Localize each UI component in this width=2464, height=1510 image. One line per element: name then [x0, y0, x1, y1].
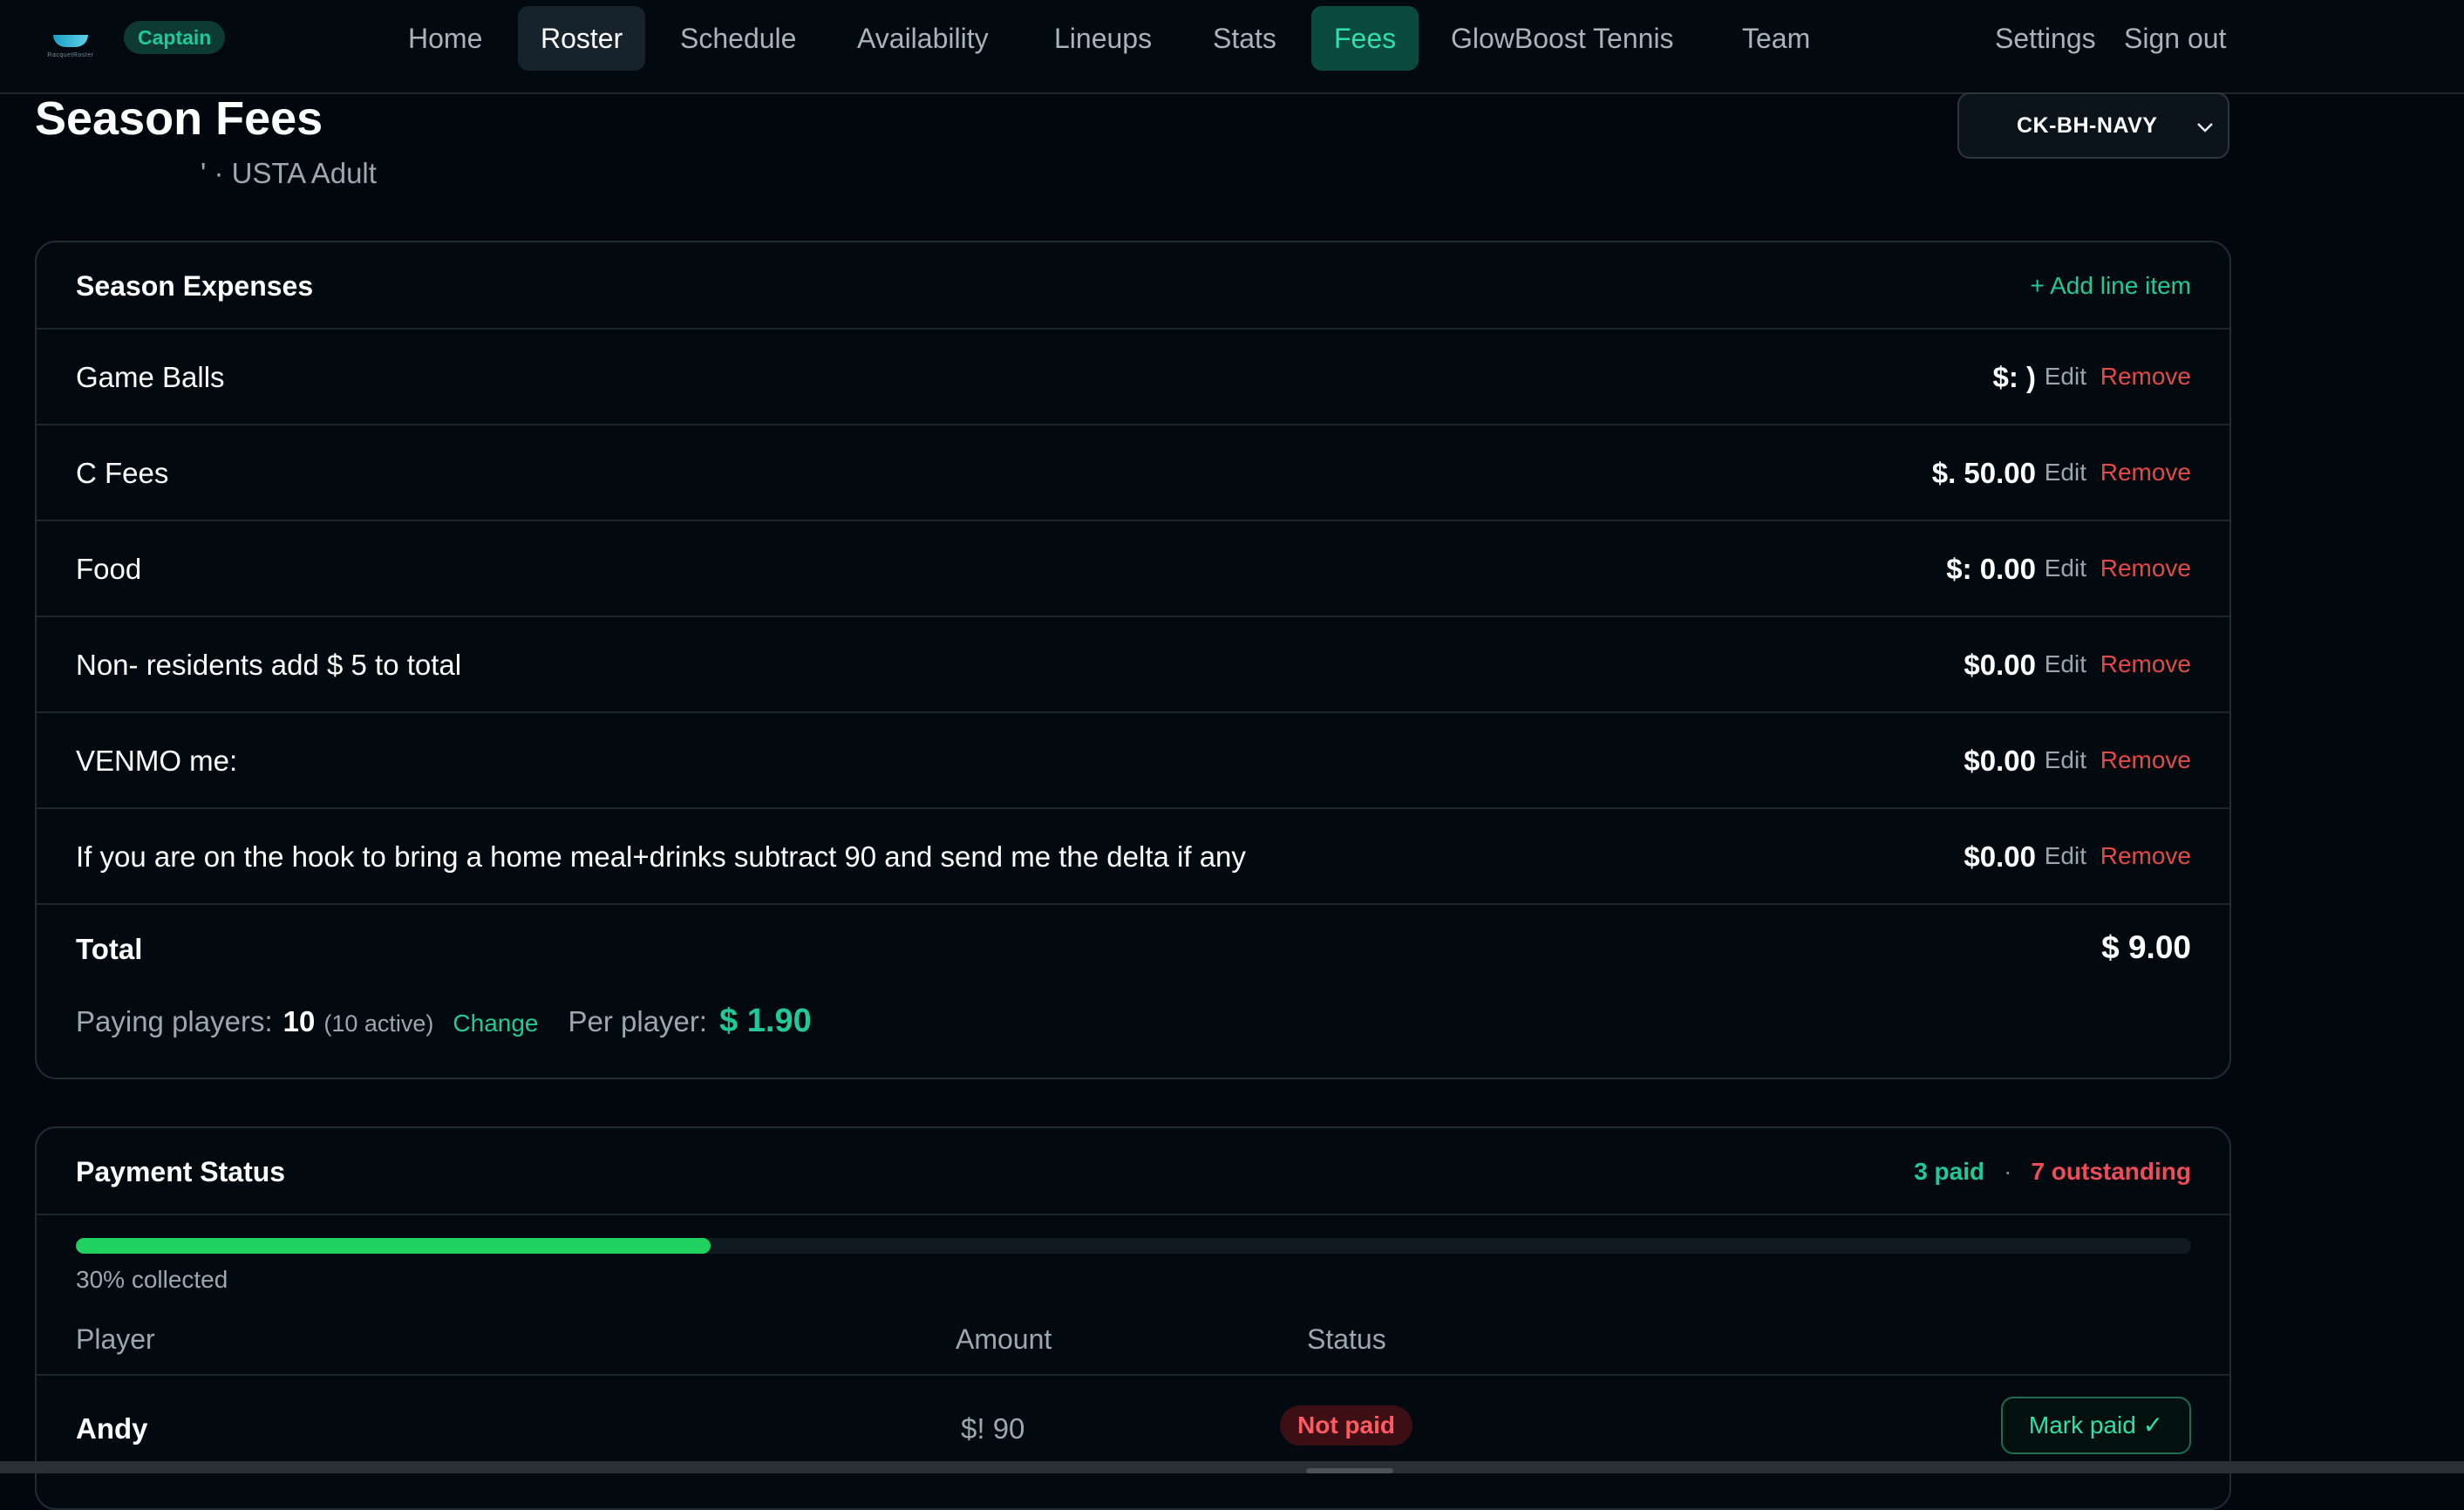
- nav-glowboost-tennis[interactable]: GlowBoost Tennis: [1428, 6, 1697, 71]
- edit-link[interactable]: Edit: [2045, 363, 2086, 391]
- active-players-count: (10 active): [323, 1010, 434, 1037]
- summary-separator: ·: [2004, 1158, 2012, 1185]
- expense-amount: $0.00: [1964, 649, 2036, 681]
- role-badge: Captain: [124, 21, 226, 54]
- logo-wordmark: RacquetRoster: [47, 51, 94, 58]
- app-logo[interactable]: RacquetRoster: [37, 16, 105, 77]
- payment-status-card: Payment Status 3 paid · 7 outstanding 30% …: [35, 1126, 2231, 1510]
- paying-players-count: 10: [282, 1005, 316, 1037]
- per-player-amount: $ 1.90: [719, 1003, 812, 1039]
- season-expenses-card: Season Expenses + Add line item Game Bal…: [35, 241, 2231, 1079]
- per-player-label: Per player:: [568, 1005, 708, 1037]
- nav-availability[interactable]: Availability: [834, 6, 1011, 71]
- top-nav-bar: RacquetRoster Captain Home Roster Schedu…: [0, 0, 2464, 94]
- column-header-status[interactable]: Status: [1307, 1323, 1386, 1356]
- player-amount: $! 90: [961, 1412, 1025, 1445]
- expense-amount: $: ): [1992, 361, 2037, 393]
- edit-link[interactable]: Edit: [2045, 554, 2086, 582]
- nav-fees[interactable]: Fees: [1311, 6, 1419, 71]
- collection-progress-text: 30% collected: [76, 1266, 228, 1293]
- nav-schedule[interactable]: Schedule: [657, 6, 819, 71]
- team-selector-value: CK-BH-NAVY: [2017, 113, 2158, 138]
- player-name: Andy: [76, 1412, 148, 1445]
- remove-link[interactable]: Remove: [2100, 459, 2191, 486]
- expense-amount: $0.00: [1964, 840, 2036, 873]
- mark-paid-button[interactable]: Mark paid ✓: [2001, 1397, 2191, 1454]
- scroll-handle[interactable]: [1306, 1468, 1393, 1473]
- total-label: Total: [76, 933, 143, 965]
- team-selector[interactable]: CK-BH-NAVY: [1957, 92, 2229, 159]
- expense-label: Non- residents add $ 5 to total: [76, 649, 462, 681]
- expense-row: VENMO me: $0.00 Edit Remove: [37, 713, 2229, 809]
- nav-team[interactable]: Team: [1719, 6, 1833, 71]
- expense-amount: $0.00: [1964, 745, 2036, 777]
- expense-label: C Fees: [76, 457, 169, 489]
- remove-link[interactable]: Remove: [2100, 746, 2191, 774]
- nav-roster[interactable]: Roster: [518, 6, 646, 71]
- nav-home[interactable]: Home: [385, 6, 505, 71]
- season-expenses-title: Season Expenses: [76, 270, 314, 302]
- expense-row: If you are on the hook to bring a home m…: [37, 809, 2229, 905]
- expense-label: If you are on the hook to bring a home m…: [76, 840, 1246, 873]
- expense-row: Food $: 0.00 Edit Remove: [37, 521, 2229, 617]
- table-divider: [37, 1374, 2229, 1376]
- expense-label: VENMO me:: [76, 745, 238, 777]
- nav-sign-out[interactable]: Sign out: [2101, 6, 2249, 71]
- payment-status-header: Payment Status 3 paid · 7 outstanding: [37, 1128, 2229, 1215]
- page-title: Season Fees: [35, 92, 323, 145]
- nav-stats[interactable]: Stats: [1190, 6, 1299, 71]
- window-bottom-bar: [0, 1461, 2464, 1473]
- remove-link[interactable]: Remove: [2100, 650, 2191, 678]
- remove-link[interactable]: Remove: [2100, 554, 2191, 582]
- logo-mark-icon: [53, 34, 88, 47]
- payment-status-title: Payment Status: [76, 1156, 286, 1187]
- outstanding-count: 7 outstanding: [2031, 1158, 2191, 1185]
- remove-link[interactable]: Remove: [2100, 842, 2191, 870]
- season-expenses-header: Season Expenses + Add line item: [37, 242, 2229, 330]
- edit-link[interactable]: Edit: [2045, 842, 2086, 870]
- league-label: ' · USTA Adult: [201, 157, 377, 189]
- collection-progress-bar: [76, 1238, 2191, 1254]
- page-subtitle: ' · USTA Adult: [35, 157, 377, 190]
- expense-label: Game Balls: [76, 361, 225, 393]
- add-line-item-link[interactable]: + Add line item: [2031, 272, 2191, 300]
- column-header-amount[interactable]: Amount: [956, 1323, 1052, 1356]
- paid-count: 3 paid: [1914, 1158, 1985, 1185]
- edit-link[interactable]: Edit: [2045, 459, 2086, 486]
- expense-amount: $: 0.00: [1946, 553, 2036, 585]
- payment-summary: 3 paid · 7 outstanding: [1914, 1158, 2191, 1186]
- column-header-player[interactable]: Player: [76, 1323, 155, 1356]
- chevron-down-icon: [2197, 123, 2213, 133]
- expense-label: Food: [76, 553, 142, 585]
- nav-lineups[interactable]: Lineups: [1031, 6, 1174, 71]
- change-paying-link[interactable]: Change: [453, 1010, 538, 1037]
- expense-row: Game Balls $: ) Edit Remove: [37, 330, 2229, 425]
- expense-amount: $. 50.00: [1931, 457, 2036, 489]
- expense-row: C Fees $. 50.00 Edit Remove: [37, 425, 2229, 521]
- nav-settings[interactable]: Settings: [1972, 6, 2119, 71]
- edit-link[interactable]: Edit: [2045, 746, 2086, 774]
- edit-link[interactable]: Edit: [2045, 650, 2086, 678]
- total-amount: $ 9.00: [2101, 929, 2191, 965]
- paying-players-summary: Paying players: 10 (10 active) Change Per pl…: [76, 1003, 812, 1040]
- status-badge: Not paid: [1280, 1405, 1412, 1445]
- paying-players-label: Paying players:: [76, 1005, 273, 1037]
- expense-row: Non- residents add $ 5 to total $0.00 Ed…: [37, 617, 2229, 713]
- collection-progress-fill: [76, 1238, 711, 1254]
- remove-link[interactable]: Remove: [2100, 363, 2191, 391]
